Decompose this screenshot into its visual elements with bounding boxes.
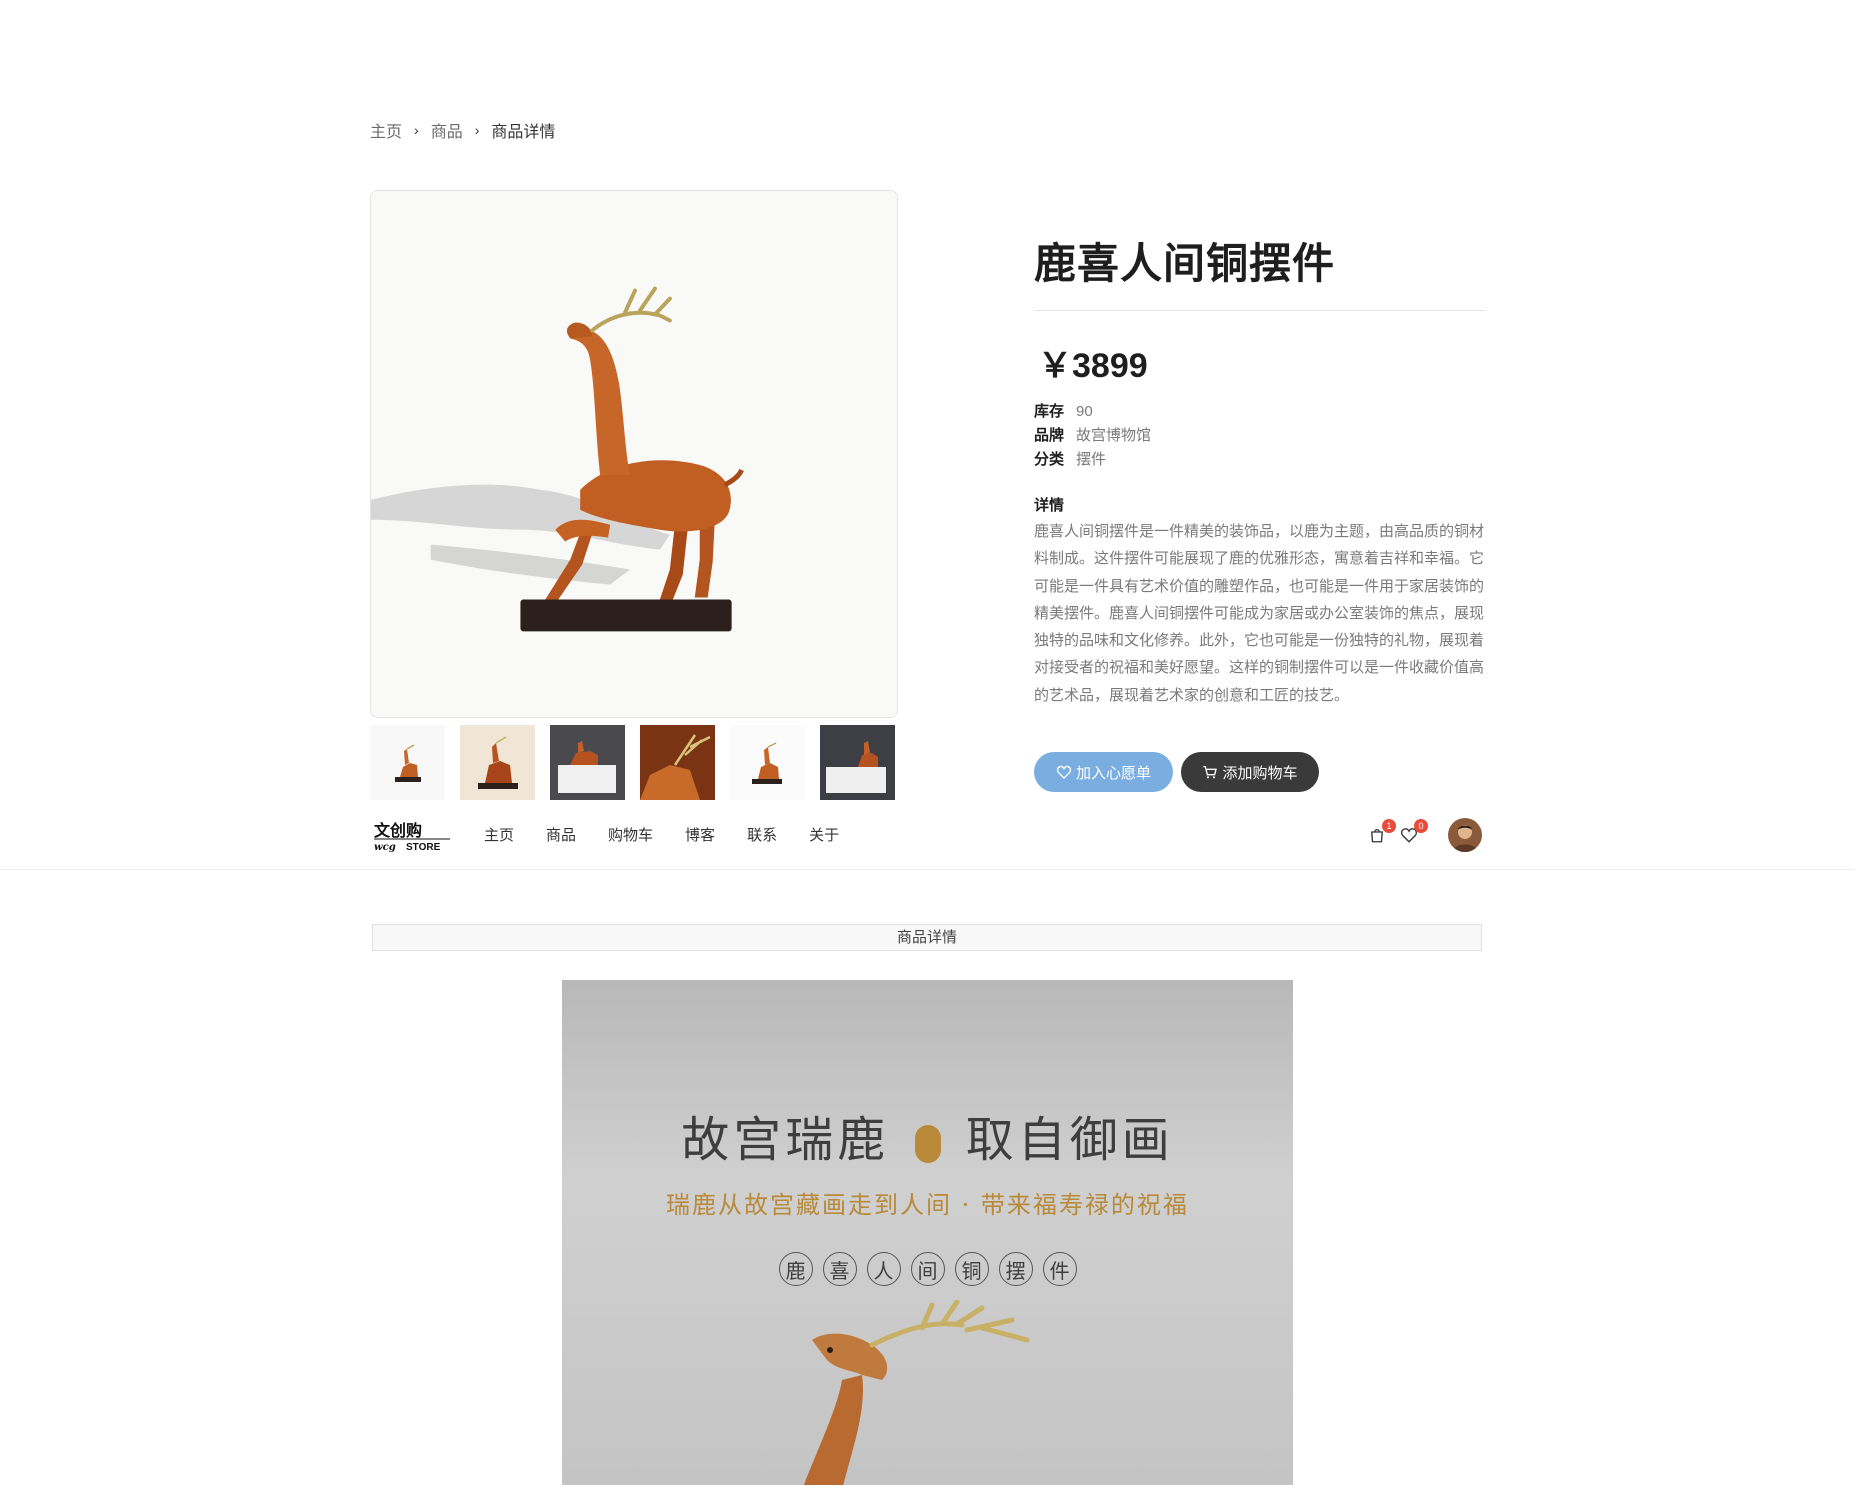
tab-product-details[interactable]: 商品详情 bbox=[372, 924, 1482, 951]
nav-link-contact[interactable]: 联系 bbox=[747, 824, 777, 845]
product-price: ￥3899 bbox=[1038, 347, 1148, 385]
thumbnail-6[interactable] bbox=[820, 725, 895, 800]
spec-brand-label: 品牌 bbox=[1034, 427, 1065, 444]
user-avatar[interactable] bbox=[1448, 818, 1482, 852]
thumbnail-2[interactable] bbox=[460, 725, 535, 800]
add-to-wishlist-label: 加入心愿单 bbox=[1075, 764, 1151, 782]
cart-icon bbox=[1203, 766, 1218, 779]
spec-category-value: 摆件 bbox=[1076, 451, 1107, 468]
svg-text:wcg: wcg bbox=[374, 842, 396, 853]
add-to-cart-label: 添加购物车 bbox=[1222, 764, 1298, 782]
poster-title: 故宫瑞鹿 取自御画 bbox=[562, 1100, 1293, 1170]
spec-stock-value: 90 bbox=[1076, 403, 1093, 420]
nav-icons: 1 0 bbox=[1368, 819, 1432, 844]
circled-char: 件 bbox=[1042, 1252, 1077, 1286]
product-detail-poster: 故宫瑞鹿 取自御画 瑞鹿从故宫藏画走到人间 · 带来福寿禄的祝福 鹿 喜 人 间… bbox=[562, 980, 1293, 1485]
breadcrumb-home[interactable]: 主页 bbox=[370, 118, 402, 142]
seal-icon bbox=[914, 1124, 941, 1163]
product-specs: 库存 90 品牌 故宫博物馆 分类 摆件 bbox=[1034, 400, 1151, 472]
circled-char: 人 bbox=[866, 1252, 901, 1286]
circled-char: 喜 bbox=[822, 1252, 857, 1286]
breadcrumb: 主页 › 商品 › 商品详情 bbox=[370, 118, 555, 142]
deer-statue-image bbox=[371, 191, 897, 717]
spec-brand: 品牌 故宫博物馆 bbox=[1034, 424, 1151, 448]
spec-brand-value: 故宫博物馆 bbox=[1076, 427, 1152, 444]
add-to-wishlist-button[interactable]: 加入心愿单 bbox=[1034, 752, 1173, 792]
deer-closeup-image bbox=[803, 1300, 1030, 1485]
thumbnail-1[interactable] bbox=[370, 725, 445, 800]
nav-wishlist-button[interactable]: 0 bbox=[1400, 819, 1428, 844]
chevron-right-icon: › bbox=[474, 122, 480, 138]
product-main-image[interactable] bbox=[370, 190, 898, 718]
circled-char: 摆 bbox=[998, 1252, 1033, 1286]
heart-icon bbox=[1056, 765, 1072, 779]
spec-stock-label: 库存 bbox=[1034, 403, 1065, 420]
nav-link-products[interactable]: 商品 bbox=[546, 824, 576, 845]
breadcrumb-current: 商品详情 bbox=[491, 124, 556, 141]
store-logo[interactable]: 文创购 wcg STORE bbox=[372, 820, 452, 854]
thumbnail-3[interactable] bbox=[550, 725, 625, 800]
svg-text:文创购: 文创购 bbox=[374, 821, 422, 840]
breadcrumb-products[interactable]: 商品 bbox=[431, 118, 463, 142]
poster-subtitle: 瑞鹿从故宫藏画走到人间 · 带来福寿禄的祝福 bbox=[666, 1191, 1189, 1219]
circled-char: 鹿 bbox=[778, 1252, 813, 1286]
circled-char: 间 bbox=[910, 1252, 945, 1286]
poster-title-right: 取自御画 bbox=[965, 1112, 1174, 1168]
cart-count-badge: 1 bbox=[1382, 819, 1396, 833]
thumbnail-5[interactable] bbox=[730, 725, 805, 800]
wishlist-count-badge: 0 bbox=[1414, 819, 1428, 833]
spec-category: 分类 摆件 bbox=[1034, 448, 1151, 472]
thumbnail-4[interactable] bbox=[640, 725, 715, 800]
poster-circled-chars: 鹿 喜 人 间 铜 摆 件 bbox=[562, 1252, 1293, 1286]
nav-link-cart[interactable]: 购物车 bbox=[608, 824, 653, 845]
circled-char: 铜 bbox=[954, 1252, 989, 1286]
nav-cart-button[interactable]: 1 bbox=[1368, 819, 1396, 844]
nav-link-blog[interactable]: 博客 bbox=[685, 824, 715, 845]
thumbnail-strip bbox=[370, 725, 895, 800]
poster-title-left: 故宫瑞鹿 bbox=[681, 1112, 890, 1168]
navbar: 文创购 wcg STORE 主页 商品 购物车 博客 联系 关于 1 0 bbox=[0, 808, 1855, 870]
add-to-cart-button[interactable]: 添加购物车 bbox=[1181, 752, 1319, 792]
product-title: 鹿喜人间铜摆件 bbox=[1034, 240, 1336, 287]
spec-stock: 库存 90 bbox=[1034, 400, 1151, 424]
spec-category-label: 分类 bbox=[1034, 451, 1065, 468]
title-divider bbox=[1034, 310, 1486, 311]
detail-description: 鹿喜人间铜摆件是一件精美的装饰品，以鹿为主题，由高品质的铜材料制成。这件摆件可能… bbox=[1034, 523, 1485, 704]
nav-link-home[interactable]: 主页 bbox=[484, 824, 514, 845]
chevron-right-icon: › bbox=[414, 122, 419, 138]
nav-link-about[interactable]: 关于 bbox=[809, 824, 839, 845]
svg-text:STORE: STORE bbox=[406, 842, 441, 853]
detail-label: 详情 bbox=[1034, 497, 1065, 514]
nav-links: 主页 商品 购物车 博客 联系 关于 bbox=[484, 824, 871, 845]
